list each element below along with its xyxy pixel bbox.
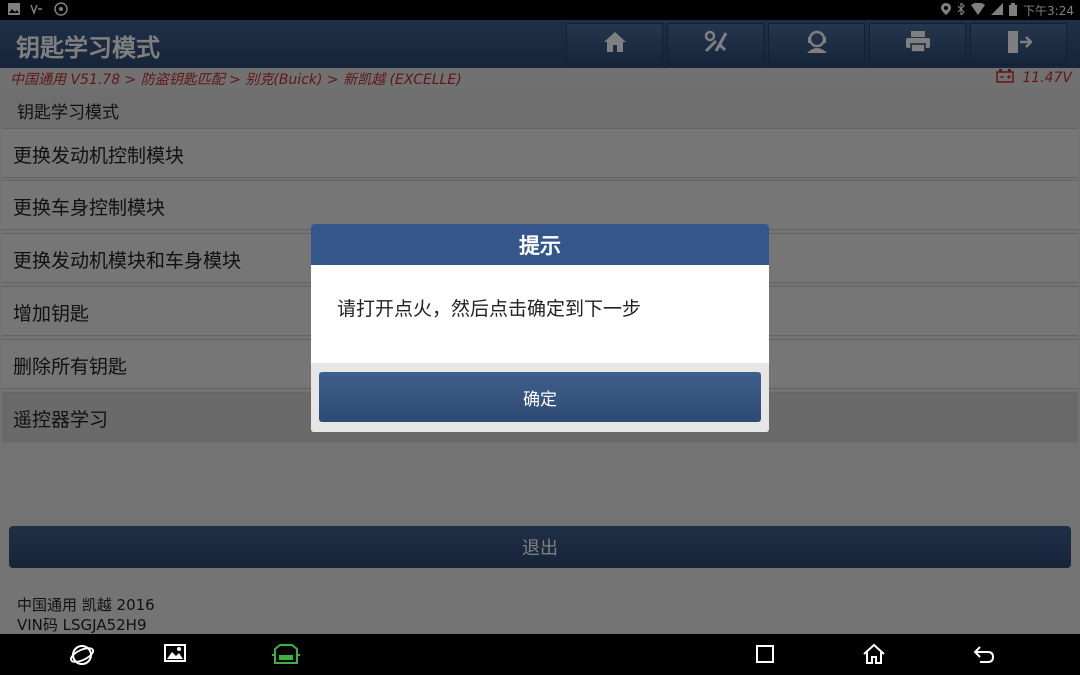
dialog-message: 请打开点火，然后点击确定到下一步 <box>337 298 642 320</box>
home-nav-icon[interactable] <box>862 643 886 667</box>
navigation-bar <box>0 634 1080 675</box>
confirm-button[interactable]: 确定 <box>319 372 761 422</box>
browser-icon[interactable] <box>70 643 94 667</box>
dialog-button-bar: 确定 <box>311 363 769 432</box>
gallery-icon[interactable] <box>164 643 188 667</box>
prompt-dialog: 提示 请打开点火，然后点击确定到下一步 确定 <box>311 224 769 432</box>
back-icon[interactable] <box>972 643 996 667</box>
vci-icon[interactable] <box>271 643 301 667</box>
dialog-title: 提示 <box>311 224 769 265</box>
recents-icon[interactable] <box>754 643 778 667</box>
